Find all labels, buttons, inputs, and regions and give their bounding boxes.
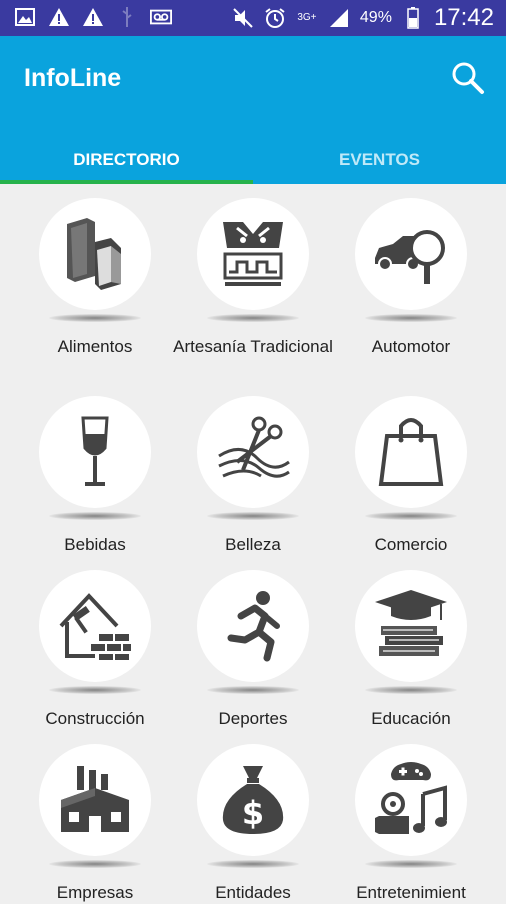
icon-shadow — [207, 686, 299, 694]
category-empresas[interactable]: Empresas — [15, 730, 175, 902]
category-belleza[interactable]: Belleza — [173, 382, 333, 554]
runner-icon — [197, 570, 309, 682]
category-educacion[interactable]: Educación — [331, 556, 491, 728]
battery-percent: 49% — [359, 9, 392, 26]
category-label: Deportes — [218, 709, 288, 728]
entertainment-icon — [355, 744, 467, 856]
search-button[interactable] — [450, 60, 486, 96]
icon-shadow — [207, 512, 299, 520]
icon-shadow — [365, 686, 457, 694]
category-label: Bebidas — [64, 535, 126, 554]
icon-shadow — [365, 314, 457, 322]
icon-shadow — [365, 512, 457, 520]
house-brick-icon — [39, 570, 151, 682]
category-grid: Alimentos Artesanía Tradicional Automoto… — [0, 184, 506, 902]
icon-shadow — [49, 314, 141, 322]
icon-shadow — [49, 512, 141, 520]
icon-shadow — [365, 860, 457, 868]
category-deportes[interactable]: Deportes — [173, 556, 333, 728]
network-icon: 3G+ — [297, 12, 317, 23]
svg-text:$: $ — [242, 794, 264, 832]
category-label: Entidades — [215, 883, 291, 902]
category-comercio[interactable]: Comercio — [331, 382, 491, 554]
car-search-icon — [355, 198, 467, 310]
warning-icon — [82, 6, 104, 28]
alarm-icon — [264, 7, 286, 29]
category-label: Entretenimient — [356, 883, 466, 902]
app-bar: InfoLine DIRECTORIO EVENTOS — [0, 36, 506, 184]
icon-shadow — [49, 860, 141, 868]
icon-shadow — [49, 686, 141, 694]
wine-glass-icon — [39, 396, 151, 508]
signal-icon — [328, 7, 350, 29]
category-artesania-tradicional[interactable]: Artesanía Tradicional — [173, 184, 333, 356]
category-label: Comercio — [374, 535, 448, 554]
category-entretenimiento[interactable]: Entretenimient — [331, 730, 491, 902]
battery-icon — [402, 7, 424, 29]
category-label: Belleza — [225, 535, 281, 554]
category-label: Empresas — [56, 883, 134, 902]
tab-directorio[interactable]: DIRECTORIO — [0, 136, 253, 184]
category-alimentos[interactable]: Alimentos — [15, 184, 175, 356]
category-label: Artesanía Tradicional — [173, 337, 333, 356]
factory-icon — [39, 744, 151, 856]
warning-icon — [48, 6, 70, 28]
voicemail-icon — [150, 6, 172, 28]
category-label: Alimentos — [57, 337, 133, 356]
category-label: Construcción — [45, 709, 145, 728]
category-construccion[interactable]: Construcción — [15, 556, 175, 728]
category-bebidas[interactable]: Bebidas — [15, 382, 175, 554]
scissors-hair-icon — [197, 396, 309, 508]
mute-icon — [232, 7, 254, 29]
handicraft-icon — [197, 198, 309, 310]
tab-bar: DIRECTORIO EVENTOS — [0, 136, 506, 184]
status-bar: 3G+ 49% 17:42 — [0, 0, 506, 36]
shopping-bag-icon — [355, 396, 467, 508]
category-entidades[interactable]: $ Entidades — [173, 730, 333, 902]
clock: 17:42 — [433, 4, 494, 31]
icon-shadow — [207, 860, 299, 868]
category-label: Educación — [371, 709, 451, 728]
usb-icon — [116, 6, 138, 28]
food-box-icon — [39, 198, 151, 310]
graduation-books-icon — [355, 570, 467, 682]
category-label: Automotor — [371, 337, 451, 356]
money-bag-icon: $ — [197, 744, 309, 856]
tab-eventos[interactable]: EVENTOS — [253, 136, 506, 184]
icon-shadow — [207, 314, 299, 322]
category-automotor[interactable]: Automotor — [331, 184, 491, 356]
picture-icon — [14, 6, 36, 28]
app-title: InfoLine — [24, 64, 122, 92]
search-icon — [452, 62, 484, 94]
